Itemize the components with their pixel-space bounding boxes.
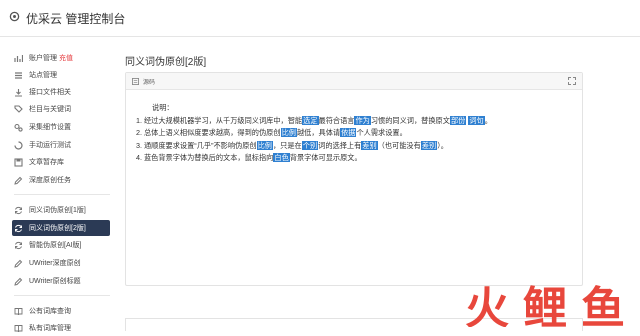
sidebar-item[interactable]: 智能伪原创[AI版] xyxy=(14,237,110,253)
text-segment: 越低，具体请 xyxy=(296,128,341,137)
edit-icon xyxy=(14,277,23,286)
top-bar: 优采云 管理控制台 xyxy=(0,0,640,37)
edit-icon xyxy=(14,176,23,185)
page-title: 同义词伪原创[2版] xyxy=(125,57,207,68)
book-icon xyxy=(14,307,23,316)
text-segment: 词的选择上有 xyxy=(318,140,362,150)
replaced-word[interactable]: 个别 xyxy=(301,140,319,150)
sidebar-divider xyxy=(14,295,110,296)
refresh-icon xyxy=(14,241,23,250)
sidebar-item[interactable]: 账户管理 充值 xyxy=(14,50,110,66)
text-segment: ）。 xyxy=(437,140,448,150)
settings-icon[interactable] xyxy=(9,11,20,22)
sidebar-item[interactable]: 私有词库管理 xyxy=(14,320,110,336)
sidebar-item-label: 栏目与关键词 xyxy=(29,106,71,113)
sidebar-item-label: 私有词库管理 xyxy=(29,325,71,332)
replaced-word[interactable]: 依据 xyxy=(340,128,357,137)
console-title: 优采云 管理控制台 xyxy=(26,12,126,26)
spinner-icon xyxy=(14,140,23,150)
content-panel: 源码 说明： 1. 经过大规模机器学习，从千万级同义词库中，智能选定最符合语言作… xyxy=(125,72,583,286)
download-icon xyxy=(14,88,23,97)
gears-icon xyxy=(14,123,23,132)
instruction-line: 1. 经过大规模机器学习，从千万级同义词库中，智能选定最符合语言作为习惯的同义词… xyxy=(136,115,582,128)
panel-header-label: 源码 xyxy=(143,79,156,86)
sidebar-divider xyxy=(14,194,110,195)
sidebar-item-label: UWriter原创标题 xyxy=(29,278,81,285)
sidebar-item-label: 采集细节设置 xyxy=(29,124,71,131)
text-segment: 2. 总体上语义相似度要求越高，得到的伪原创 xyxy=(136,128,281,137)
sidebar-item-label: 同义词伪原创[2版] xyxy=(29,225,86,232)
text-segment: 背景字体可显示原文。 xyxy=(289,153,362,162)
replaced-word[interactable]: 比例 xyxy=(280,128,297,137)
text-segment: 。 xyxy=(484,115,492,125)
edit-icon xyxy=(14,259,23,268)
sidebar-item[interactable]: 深度原创任务 xyxy=(14,172,110,188)
replaced-word[interactable]: 选定 xyxy=(302,115,319,125)
sidebar-item-label: 账户管理 xyxy=(29,55,57,62)
sidebar-item-label: 同义词伪原创[1版] xyxy=(29,207,86,214)
sidebar-item[interactable]: 接口文件相关 xyxy=(14,84,110,100)
text-segment: （也可能没有 xyxy=(377,140,421,150)
book-icon xyxy=(14,324,23,333)
text-segment: 个人需求设置。 xyxy=(356,128,407,137)
list-icon xyxy=(14,71,23,80)
sidebar-item-label: 文章暂存库 xyxy=(29,159,64,166)
refresh-icon xyxy=(14,224,23,233)
bar-chart-icon xyxy=(14,54,23,63)
replaced-word[interactable]: 差别 xyxy=(420,140,438,150)
sidebar-item[interactable]: 同义词伪原创[1版] xyxy=(14,202,110,218)
text-segment: 习惯的同义词，替换原文 xyxy=(370,115,450,125)
sidebar-item-label: 智能伪原创[AI版] xyxy=(29,242,82,249)
sidebar-item-label: 手动运行测试 xyxy=(29,142,71,149)
sidebar-item-label: 站点管理 xyxy=(29,72,57,79)
replaced-word[interactable]: 部份 xyxy=(449,115,467,125)
sidebar-item-label: 公有词库查询 xyxy=(29,308,71,315)
instruction-line: 3. 通顺度要求设置“几乎”不影响伪原创比例，只是在个别词的选择上有差别（也可能… xyxy=(136,140,582,153)
refresh-icon xyxy=(14,206,23,215)
sidebar-item[interactable]: UWriter原创标题 xyxy=(14,273,110,289)
panel-body: 说明： 1. 经过大规模机器学习，从千万级同义词库中，智能选定最符合语言作为习惯… xyxy=(126,90,582,165)
text-segment: 3. 通顺度要求设置“几乎”不影响伪原创 xyxy=(136,140,257,150)
sidebar-item[interactable]: 采集细节设置 xyxy=(14,119,110,135)
tag-icon xyxy=(14,104,23,114)
panel-header: 源码 xyxy=(126,73,582,90)
intro-label: 说明： xyxy=(152,103,174,112)
sidebar: 账户管理 充值站点管理接口文件相关 栏目与关键词 采集细节设置 手动运行测试 文章暂存库深… xyxy=(0,37,118,332)
save-icon xyxy=(14,157,23,167)
sidebar-item[interactable]: 栏目与关键词 xyxy=(14,101,110,117)
sidebar-item[interactable]: 同义词伪原创[2版] xyxy=(12,220,110,236)
sidebar-item[interactable]: 手动运行测试 xyxy=(14,137,110,153)
source-icon xyxy=(132,77,139,85)
sidebar-item-label: UWriter深度原创 xyxy=(29,260,81,267)
sidebar-item-label: 深度原创任务 xyxy=(29,177,71,184)
replaced-word[interactable]: 白色 xyxy=(273,153,290,162)
svg-text:火鲤鱼: 火鲤鱼 xyxy=(465,283,635,327)
sidebar-item[interactable]: 公有词库查询 xyxy=(14,303,110,319)
sidebar-item[interactable]: UWriter深度原创 xyxy=(14,255,110,271)
text-segment: 最符合语言 xyxy=(318,115,355,125)
watermark-logo: 火鲤鱼 xyxy=(465,283,635,327)
expand-icon[interactable] xyxy=(568,77,576,85)
instruction-line: 4. 蓝色背景字体为替换后的文本，鼠标指向白色背景字体可显示原文。 xyxy=(136,152,582,165)
text-segment: ，只是在 xyxy=(272,140,302,150)
replaced-word[interactable]: 比例 xyxy=(256,140,273,150)
text-segment: 1. 经过大规模机器学习，从千万级同义词库中，智能 xyxy=(136,115,303,125)
sidebar-item-label: 接口文件相关 xyxy=(29,89,71,96)
replaced-word[interactable]: 作为 xyxy=(354,115,371,125)
replaced-word[interactable]: 差别 xyxy=(361,140,378,150)
sidebar-item[interactable]: 文章暂存库 xyxy=(14,154,110,170)
instruction-line: 2. 总体上语义相似度要求越高，得到的伪原创比例越低，具体请依据个人需求设置。 xyxy=(136,127,582,140)
recharge-badge[interactable]: 充值 xyxy=(59,53,73,63)
sidebar-item[interactable]: 站点管理 xyxy=(14,67,110,83)
replaced-word[interactable]: 词句 xyxy=(468,115,485,125)
text-segment: 4. 蓝色背景字体为替换后的文本，鼠标指向 xyxy=(136,153,274,162)
